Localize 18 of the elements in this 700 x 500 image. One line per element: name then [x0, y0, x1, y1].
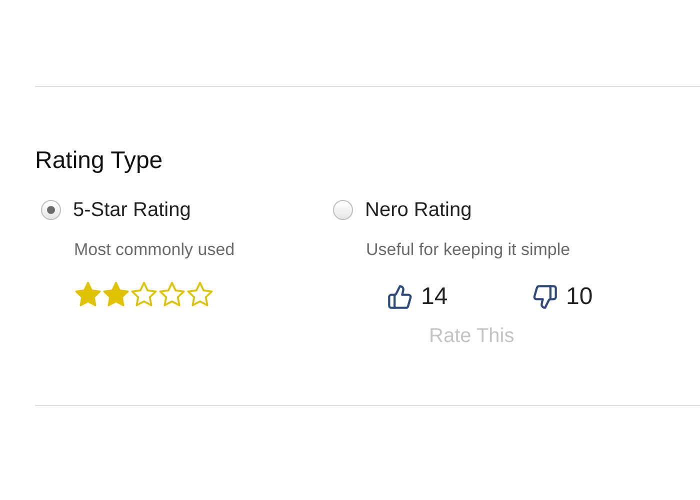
rate-this-link[interactable]: Rate This — [429, 320, 514, 350]
radio-button[interactable] — [41, 200, 61, 220]
star-icon — [102, 280, 130, 308]
section-title: Rating Type — [35, 146, 164, 176]
star-icon — [158, 280, 186, 308]
option-description: Most commonly used — [74, 239, 236, 261]
star-rating[interactable] — [74, 280, 214, 308]
up-count: 14 — [421, 282, 448, 312]
thumbs-up-icon[interactable] — [387, 284, 413, 310]
option-label: 5-Star Rating — [73, 198, 191, 223]
down-count: 10 — [566, 282, 593, 312]
star-icon — [74, 280, 102, 308]
star-icon — [186, 280, 214, 308]
star-icon — [130, 280, 158, 308]
option-description: Useful for keeping it simple — [366, 239, 572, 261]
radio-button[interactable] — [333, 200, 353, 220]
option-label: Nero Rating — [365, 198, 472, 223]
thumbs-down-icon[interactable] — [532, 284, 558, 310]
